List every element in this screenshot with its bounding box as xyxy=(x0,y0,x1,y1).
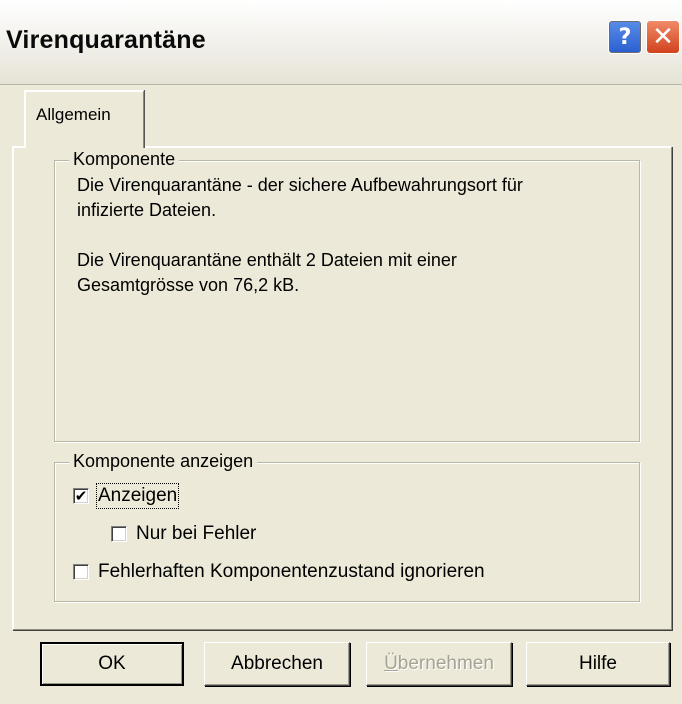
apply-label: bernehmen xyxy=(397,653,494,674)
status-line: Die Virenquarantäne enthält 2 Dateien mi… xyxy=(77,250,457,270)
tab-allgemein[interactable]: Allgemein xyxy=(24,90,144,148)
tab-panel: Komponente Die Virenquarantäne - der sic… xyxy=(12,146,672,630)
komponente-legend: Komponente xyxy=(69,149,180,170)
anzeigen-checkbox-row[interactable]: ✔ Anzeigen xyxy=(73,483,180,509)
description-line: Die Virenquarantäne - der sichere Aufbew… xyxy=(77,175,523,195)
anzeigen-checkbox[interactable]: ✔ xyxy=(73,488,89,504)
apply-button[interactable]: Übernehmen xyxy=(366,642,512,686)
status-line: Gesamtgrösse von 76,2 kB. xyxy=(77,275,300,295)
komponente-anzeigen-legend: Komponente anzeigen xyxy=(69,451,258,472)
ignorieren-label: Fehlerhaften Komponentenzustand ignorier… xyxy=(98,561,485,582)
title-bar[interactable]: Virenquarantäne ? ✕ xyxy=(0,0,682,85)
dialog-window: Virenquarantäne ? ✕ Allgemein Komponente… xyxy=(0,0,682,704)
ok-button[interactable]: OK xyxy=(40,642,184,686)
help-icon[interactable]: ? xyxy=(608,20,642,54)
komponente-group: Komponente Die Virenquarantäne - der sic… xyxy=(54,149,640,442)
nur-bei-fehler-checkbox[interactable] xyxy=(111,526,127,542)
tab-label: Allgemein xyxy=(36,105,111,124)
window-title: Virenquarantäne xyxy=(6,26,206,54)
description-line: infizierte Dateien. xyxy=(77,200,217,220)
help-button[interactable]: Hilfe xyxy=(526,642,670,686)
anzeigen-label: Anzeigen xyxy=(95,483,180,509)
ignorieren-checkbox-row[interactable]: Fehlerhaften Komponentenzustand ignorier… xyxy=(73,561,485,583)
close-icon[interactable]: ✕ xyxy=(646,20,680,54)
nur-bei-fehler-checkbox-row[interactable]: Nur bei Fehler xyxy=(111,523,256,545)
komponente-anzeigen-group: Komponente anzeigen ✔ Anzeigen Nur bei F… xyxy=(54,451,640,602)
apply-mnemonic: Ü xyxy=(384,653,398,674)
nur-bei-fehler-label: Nur bei Fehler xyxy=(136,523,257,544)
ignorieren-checkbox[interactable] xyxy=(73,564,89,580)
cancel-button[interactable]: Abbrechen xyxy=(204,642,350,686)
